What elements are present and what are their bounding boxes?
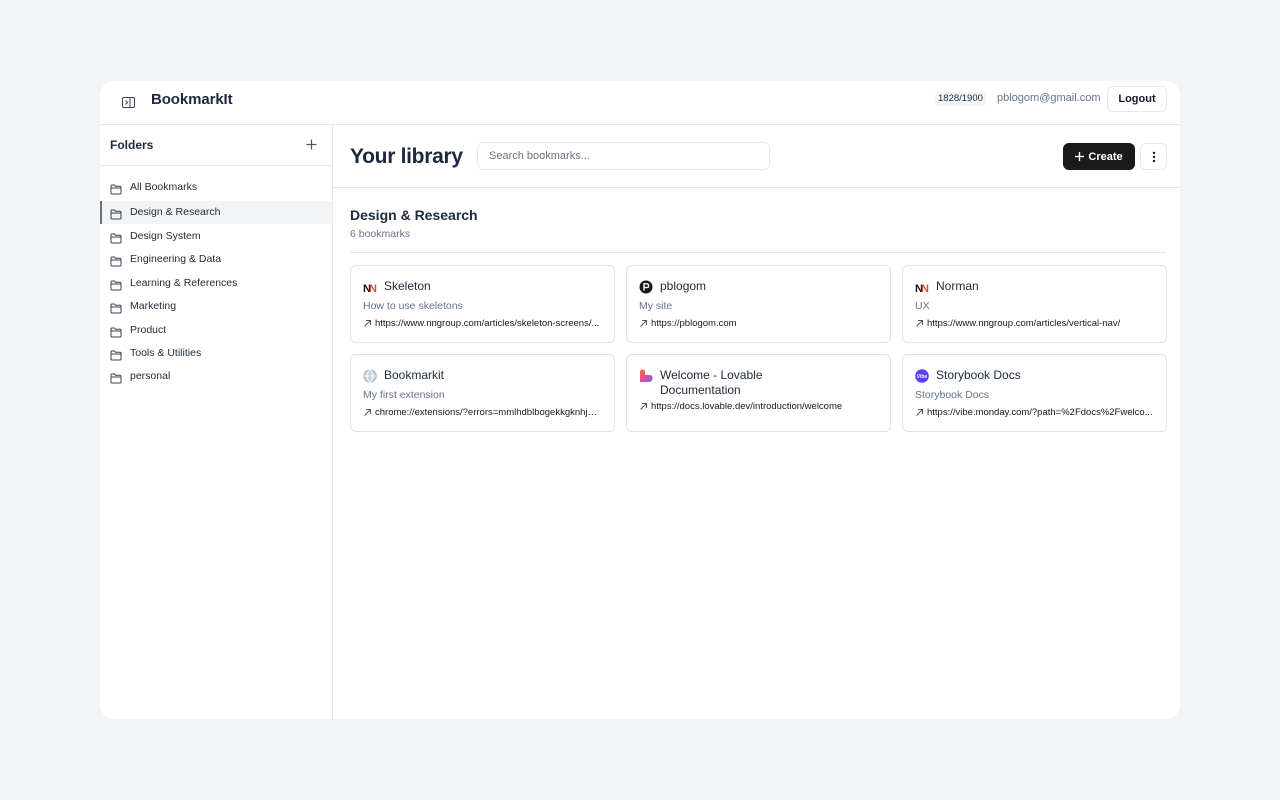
- section-count: 6 bookmarks: [350, 228, 411, 240]
- bookmark-url-link[interactable]: https://www.nngroup.com/articles/vertica…: [915, 318, 1155, 329]
- sidebar-item-folder[interactable]: Marketing: [100, 295, 332, 318]
- bookmark-description: My first extension: [363, 389, 445, 401]
- bookmark-description: My site: [639, 300, 673, 312]
- sidebar-item-folder[interactable]: Product: [100, 319, 332, 342]
- bookmark-url: https://www.nngroup.com/articles/skeleto…: [375, 318, 600, 329]
- bookmark-card[interactable]: Welcome - Lovable Documentation https://d…: [626, 354, 891, 432]
- lovable-heart-icon: [639, 369, 653, 383]
- sidebar-item-folder[interactable]: Design & Research: [100, 201, 332, 224]
- bookmark-card[interactable]: pblogom My site https://pblogom.com: [626, 265, 891, 343]
- bookmark-title: Norman: [936, 279, 979, 293]
- bookmark-title: Welcome - Lovable Documentation: [660, 368, 763, 397]
- search-input[interactable]: [477, 142, 770, 170]
- bookmark-card[interactable]: N N Skeleton How to use skeletons https://ww…: [350, 265, 615, 343]
- section-title: Design & Research: [350, 207, 478, 223]
- sidebar-item-label: Design & Research: [130, 206, 221, 218]
- sidebar-item-label: Design System: [130, 230, 201, 242]
- sidebar-item-folder[interactable]: Learning & References: [100, 272, 332, 295]
- bookmark-url-link[interactable]: https://docs.lovable.dev/introduction/we…: [639, 401, 879, 412]
- nn-logo-icon: NN: [363, 280, 377, 295]
- bookmark-url: https://vibe.monday.com/?path=%2Fdocs%2F…: [927, 407, 1153, 418]
- bookmark-card[interactable]: Bookmarkit My first extension chrome://ext…: [350, 354, 615, 432]
- sidebar-item-folder[interactable]: All Bookmarks: [100, 176, 332, 199]
- sidebar-item-label: personal: [130, 370, 171, 382]
- bookmark-title: Storybook Docs: [936, 368, 1021, 382]
- bookmark-url: https://docs.lovable.dev/introduction/we…: [651, 401, 843, 412]
- sidebar-item-label: Engineering & Data: [130, 253, 222, 265]
- bookmark-card[interactable]: N N Norman UX https://www.nngroup.com/articl…: [902, 265, 1167, 343]
- bookmark-description: UX: [915, 300, 930, 312]
- top-bar: BookmarkIt 1828/1900 pblogom@gmail.com L…: [100, 81, 1180, 125]
- sidebar-item-label: Marketing: [130, 300, 177, 312]
- svg-text:Vibe: Vibe: [917, 374, 928, 380]
- bookmark-url-link[interactable]: https://www.nngroup.com/articles/skeleto…: [363, 318, 603, 329]
- sidebar-item-label: Product: [130, 324, 167, 336]
- bookmark-url-link[interactable]: chrome://extensions/?errors=mmlhdblbogek…: [363, 407, 603, 418]
- folder-icon: [110, 231, 122, 244]
- external-link-arrow-icon: [915, 319, 924, 328]
- folder-icon: [110, 348, 122, 361]
- svg-text:N: N: [921, 283, 929, 294]
- external-link-arrow-icon: [363, 319, 372, 328]
- sidebar-toggle-icon[interactable]: [118, 92, 138, 112]
- bookmark-title: pblogom: [660, 279, 707, 293]
- sidebar-item-folder[interactable]: Tools & Utilities: [100, 342, 332, 365]
- folder-icon: [110, 278, 122, 291]
- sidebar-item-label: Tools & Utilities: [130, 347, 202, 359]
- external-link-arrow-icon: [363, 408, 372, 417]
- external-link-arrow-icon: [915, 408, 924, 417]
- more-options-icon[interactable]: [1140, 143, 1167, 170]
- create-button[interactable]: Create: [1063, 143, 1135, 170]
- bookmark-title: Skeleton: [384, 279, 431, 293]
- folder-icon: [110, 371, 122, 384]
- folder-icon: [110, 182, 122, 195]
- section-divider: [350, 252, 1166, 253]
- app-window: BookmarkIt 1828/1900 pblogom@gmail.com L…: [100, 81, 1180, 719]
- sidebar-item-folder[interactable]: Design System: [100, 225, 332, 248]
- folder-icon: [110, 207, 122, 220]
- external-link-arrow-icon: [639, 402, 648, 411]
- sidebar: Folders All Bookmarks Design & Research De…: [100, 125, 333, 719]
- bookmark-title: Bookmarkit: [384, 368, 445, 382]
- sidebar-item-label: All Bookmarks: [130, 181, 198, 193]
- p-logo-icon: [639, 280, 653, 294]
- folder-icon: [110, 301, 122, 314]
- add-folder-icon[interactable]: [303, 136, 319, 152]
- bookmark-description: Storybook Docs: [915, 389, 990, 401]
- sidebar-item-label: Learning & References: [130, 277, 238, 289]
- main-content: Your library Design & Research 6 bookmar…: [333, 125, 1180, 719]
- bookmark-url: https://pblogom.com: [651, 318, 737, 329]
- logout-button[interactable]: Logout: [1107, 86, 1167, 112]
- bookmark-description: How to use skeletons: [363, 300, 463, 312]
- sidebar-header: Folders: [100, 125, 332, 166]
- bookmark-url: chrome://extensions/?errors=mmlhdblbogek…: [375, 407, 603, 418]
- bookmark-url: https://www.nngroup.com/articles/vertica…: [927, 318, 1121, 329]
- bookmark-card[interactable]: Vibe Storybook Docs Storybook Docs https://…: [902, 354, 1167, 432]
- app-title: BookmarkIt: [151, 91, 233, 108]
- svg-text:N: N: [369, 283, 377, 294]
- sidebar-title: Folders: [110, 138, 154, 152]
- folder-icon: [110, 254, 122, 267]
- external-link-arrow-icon: [639, 319, 648, 328]
- main-header: Your library: [333, 125, 1180, 188]
- folder-icon: [110, 325, 122, 338]
- vibe-logo-icon: Vibe: [915, 369, 929, 383]
- create-button-label: Create: [1088, 150, 1123, 163]
- user-email: pblogom@gmail.com: [997, 92, 1101, 104]
- quota-badge: 1828/1900: [935, 92, 986, 106]
- page-title: Your library: [350, 145, 463, 168]
- bookmark-url-link[interactable]: https://pblogom.com: [639, 318, 879, 329]
- sidebar-item-folder[interactable]: Engineering & Data: [100, 248, 332, 271]
- bookmark-url-link[interactable]: https://vibe.monday.com/?path=%2Fdocs%2F…: [915, 407, 1155, 418]
- globe-icon: [363, 369, 377, 383]
- sidebar-item-folder[interactable]: personal: [100, 365, 332, 388]
- plus-icon: [1075, 152, 1085, 161]
- nn-logo-icon: NN: [915, 280, 929, 295]
